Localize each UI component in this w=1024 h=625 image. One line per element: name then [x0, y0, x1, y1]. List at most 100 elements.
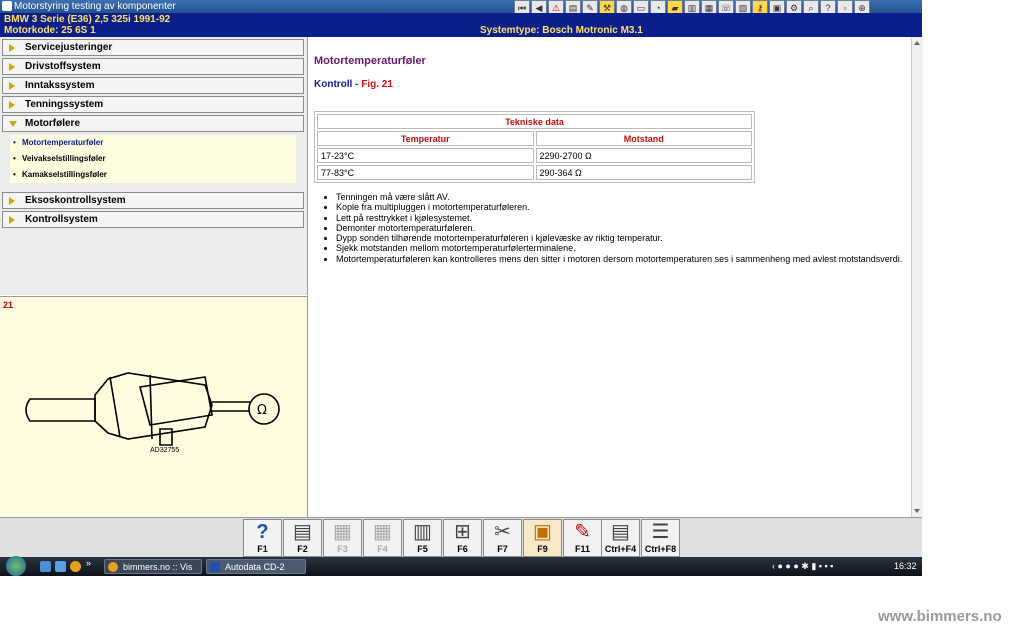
table-cell: 2290-2700 Ω — [535, 148, 752, 163]
subitem-motortemperaturfoler[interactable]: Motortemperaturføler — [13, 138, 103, 147]
fkey-label: F11 — [574, 544, 590, 554]
sidebar-item-motorfolere[interactable]: Motorfølere — [2, 115, 304, 132]
image-icon: ▦ — [373, 521, 392, 543]
arrow-right-icon — [9, 63, 15, 71]
function-key-bar: ? F1 ▤ F2 ▦ F3 ▦ F4 ▥ F5 ⊞ F6 ✂ F7 ▣ F9 … — [0, 517, 922, 558]
calendar-icon: ▣ — [533, 521, 552, 543]
sidebar-item-inntakssystem[interactable]: Inntakssystem — [2, 77, 304, 94]
sensor-diagram: Ω AD32755 — [25, 372, 280, 454]
explorer-icon[interactable] — [55, 561, 66, 572]
fkey-label: F1 — [257, 544, 268, 554]
f1-help-button[interactable]: ? F1 — [243, 519, 282, 557]
sidebar-item-label: Inntakssystem — [25, 80, 95, 91]
sensor-hex-body — [94, 372, 213, 440]
help-icon: ? — [256, 521, 269, 543]
document-icon: ▥ — [413, 521, 432, 543]
list-item: Tenningen må være slått AV. — [336, 192, 902, 202]
windows-taskbar: » bimmers.no :: Vis Te... Autodata CD-2 … — [0, 556, 922, 587]
table-caption: Tekniske data — [317, 114, 752, 129]
sidebar-item-label: Tenningssystem — [25, 99, 104, 110]
connector-latch — [159, 428, 173, 446]
vehicle-info-bar: BMW 3 Serie (E36) 2,5 325i 1991-92 Motor… — [0, 13, 922, 37]
scroll-down-icon[interactable] — [914, 509, 920, 513]
sensor-probe — [25, 398, 96, 422]
fkey-label: F4 — [377, 544, 388, 554]
ctrl-f8-button[interactable]: ☰ Ctrl+F8 — [641, 519, 680, 557]
subtitle-figure-link[interactable]: Fig. 21 — [361, 79, 393, 90]
figure-code: AD32755 — [150, 447, 179, 454]
engine-code: Motorkode: 25 6S 1 — [4, 25, 96, 36]
list-icon: ☰ — [651, 521, 670, 543]
ctrl-f4-button[interactable]: ▤ Ctrl+F4 — [601, 519, 640, 557]
autodata-icon — [210, 562, 220, 572]
sidebar-item-servicejusteringer[interactable]: Servicejusteringer — [2, 39, 304, 56]
system-type: Systemtype: Bosch Motronic M3.1 — [480, 25, 643, 36]
printer-icon: ▤ — [293, 521, 312, 543]
tools-icon: ✂ — [494, 521, 511, 543]
f6-button[interactable]: ⊞ F6 — [443, 519, 482, 557]
taskbar-clock: 16:32 — [894, 561, 917, 571]
f5-button[interactable]: ▥ F5 — [403, 519, 442, 557]
fkey-label: F6 — [457, 544, 468, 554]
table-cell: 77-83°C — [317, 165, 534, 180]
ohm-symbol: Ω — [257, 403, 267, 418]
fkey-label: F7 — [497, 544, 508, 554]
f7-button[interactable]: ✂ F7 — [483, 519, 522, 557]
sidebar-item-label: Kontrollsystem — [25, 214, 98, 225]
arrow-right-icon — [9, 101, 15, 109]
table-header-temperature: Temperatur — [317, 131, 534, 146]
f9-button[interactable]: ▣ F9 — [523, 519, 562, 557]
browser-icon[interactable] — [70, 561, 81, 572]
table-header-resistance: Motstand — [535, 131, 752, 146]
f3-button[interactable]: ▦ F3 — [323, 519, 362, 557]
sensor-lead — [212, 401, 250, 412]
taskbar-item-autodata[interactable]: Autodata CD-2 — [206, 559, 306, 574]
network-icon: ⊞ — [454, 521, 471, 543]
page-subtitle: Kontroll - Fig. 21 — [314, 79, 393, 90]
arrow-down-icon — [9, 121, 17, 127]
vertical-scrollbar[interactable] — [911, 37, 923, 517]
list-item: Motortemperaturføleren kan kontrolleres … — [336, 254, 902, 264]
f4-button[interactable]: ▦ F4 — [363, 519, 402, 557]
window-title: Motorstyring testing av komponenter — [14, 1, 176, 12]
f11-button[interactable]: ✎ F11 — [563, 519, 602, 557]
f2-print-button[interactable]: ▤ F2 — [283, 519, 322, 557]
taskbar-item-browser[interactable]: bimmers.no :: Vis Te... — [104, 559, 202, 587]
list-item: Kople fra multipluggen i motortemperatur… — [336, 202, 902, 212]
arrow-right-icon — [9, 44, 15, 52]
chevron-right-icon[interactable]: » — [86, 558, 97, 569]
scroll-up-icon[interactable] — [914, 41, 920, 45]
sidebar-item-drivstoffsystem[interactable]: Drivstoffsystem — [2, 58, 304, 75]
fkey-label: F2 — [297, 544, 308, 554]
browser-icon — [108, 562, 118, 572]
table-cell: 290-364 Ω — [535, 165, 752, 180]
list-item: Demonter motortemperaturføleren. — [336, 223, 902, 233]
list-item: Lett på resttrykket i kjølesystemet. — [336, 213, 902, 223]
sidebar-item-eksoskontrollsystem[interactable]: Eksoskontrollsystem — [2, 192, 304, 209]
sidebar-subpanel: Motortemperaturføler Veivakselstillingsf… — [10, 135, 296, 183]
arrow-right-icon — [9, 82, 15, 90]
arrow-right-icon — [9, 197, 15, 205]
subitem-kamakselstillingsfoler[interactable]: Kamakselstillingsføler — [13, 170, 107, 179]
start-button[interactable] — [6, 556, 26, 576]
sidebar-item-label: Motorfølere — [25, 118, 80, 129]
sidebar: Servicejusteringer Drivstoffsystem Innta… — [0, 37, 308, 295]
fkey-label: Ctrl+F4 — [604, 544, 637, 554]
technical-data-table: Tekniske data Temperatur Motstand 17-23°… — [314, 111, 755, 183]
fkey-label: F5 — [417, 544, 428, 554]
fkey-label: F3 — [337, 544, 348, 554]
sidebar-item-label: Servicejusteringer — [25, 42, 113, 53]
pen-icon: ✎ — [574, 521, 591, 543]
sidebar-item-kontrollsystem[interactable]: Kontrollsystem — [2, 211, 304, 228]
procedure-steps: Tenningen må være slått AV. Kople fra mu… — [322, 192, 902, 264]
system-tray[interactable]: ‹ ● ● ● ✱ ▮ ▪ ▪ ▪ — [772, 557, 833, 576]
sidebar-item-tenningssystem[interactable]: Tenningssystem — [2, 96, 304, 113]
list-item: Sjekk motstanden mellom motortemperaturf… — [336, 243, 902, 253]
copy-icon: ▦ — [333, 521, 352, 543]
desktop-icon[interactable] — [40, 561, 51, 572]
vehicle-model: BMW 3 Serie (E36) 2,5 325i 1991-92 — [4, 14, 171, 25]
subitem-veivakselstillingsfoler[interactable]: Veivakselstillingsføler — [13, 154, 106, 163]
fkey-label: Ctrl+F8 — [644, 544, 677, 554]
sidebar-item-label: Drivstoffsystem — [25, 61, 101, 72]
main-content: Motortemperaturføler Kontroll - Fig. 21 … — [308, 37, 911, 517]
